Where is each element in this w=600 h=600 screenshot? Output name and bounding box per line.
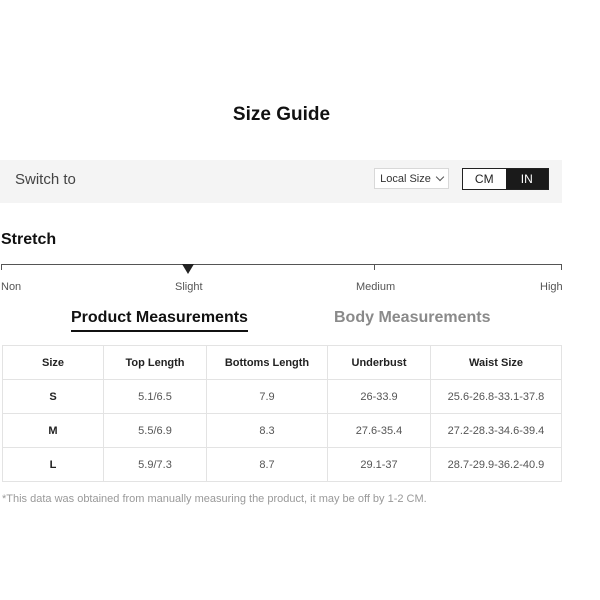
- table-cell: L: [2, 447, 104, 482]
- table-header-row: Size Top Length Bottoms Length Underbust…: [2, 345, 562, 380]
- table-cell: 5.5/6.9: [103, 413, 207, 448]
- page-title: Size Guide: [232, 104, 331, 125]
- table-cell: 25.6-26.8-33.1-37.8: [430, 379, 562, 414]
- local-size-label: Local Size: [380, 172, 431, 185]
- switch-to-label: Switch to: [15, 171, 76, 188]
- table-cell: 7.9: [206, 379, 328, 414]
- stretch-tick: [1, 264, 2, 270]
- table-row: S 5.1/6.5 7.9 26-33.9 25.6-26.8-33.1-37.…: [2, 379, 562, 414]
- table-cell: 27.6-35.4: [327, 413, 431, 448]
- stretch-marker-icon: [182, 264, 194, 274]
- unit-in-button[interactable]: IN: [505, 169, 548, 189]
- table-cell: 28.7-29.9-36.2-40.9: [430, 447, 562, 482]
- unit-toggle: CM IN: [462, 168, 549, 190]
- table-cell: 26-33.9: [327, 379, 431, 414]
- table-cell: 5.1/6.5: [103, 379, 207, 414]
- table-cell: 8.3: [206, 413, 328, 448]
- stretch-tick: [561, 264, 562, 270]
- size-guide-page: Size Guide Switch to Local Size CM IN St…: [0, 0, 600, 600]
- table-row: M 5.5/6.9 8.3 27.6-35.4 27.2-28.3-34.6-3…: [2, 413, 562, 448]
- table-cell: M: [2, 413, 104, 448]
- stretch-label-high: High: [540, 281, 563, 293]
- table-row: L 5.9/7.3 8.7 29.1-37 28.7-29.9-36.2-40.…: [2, 447, 562, 482]
- header-bottoms-length: Bottoms Length: [206, 345, 328, 380]
- tab-product-measurements[interactable]: Product Measurements: [71, 309, 248, 332]
- stretch-heading: Stretch: [1, 231, 57, 248]
- table-cell: 27.2-28.3-34.6-39.4: [430, 413, 562, 448]
- size-table: Size Top Length Bottoms Length Underbust…: [2, 345, 562, 482]
- tab-body-measurements[interactable]: Body Measurements: [334, 309, 491, 327]
- header-underbust: Underbust: [327, 345, 431, 380]
- stretch-tick: [374, 264, 375, 270]
- table-cell: 8.7: [206, 447, 328, 482]
- stretch-label-non: Non: [1, 281, 22, 293]
- local-size-dropdown[interactable]: Local Size: [374, 168, 449, 189]
- table-cell: 29.1-37: [327, 447, 431, 482]
- header-size: Size: [2, 345, 104, 380]
- measurement-disclaimer: *This data was obtained from manually me…: [2, 493, 427, 505]
- header-waist-size: Waist Size: [430, 345, 562, 380]
- unit-cm-button[interactable]: CM: [463, 169, 506, 189]
- table-cell: S: [2, 379, 104, 414]
- unit-switch-bar: Switch to Local Size CM IN: [0, 160, 562, 203]
- table-cell: 5.9/7.3: [103, 447, 207, 482]
- chevron-down-icon: [435, 172, 445, 182]
- stretch-scale-line: [1, 264, 562, 265]
- stretch-label-slight: Slight: [175, 281, 203, 293]
- stretch-label-medium: Medium: [356, 281, 396, 293]
- header-top-length: Top Length: [103, 345, 207, 380]
